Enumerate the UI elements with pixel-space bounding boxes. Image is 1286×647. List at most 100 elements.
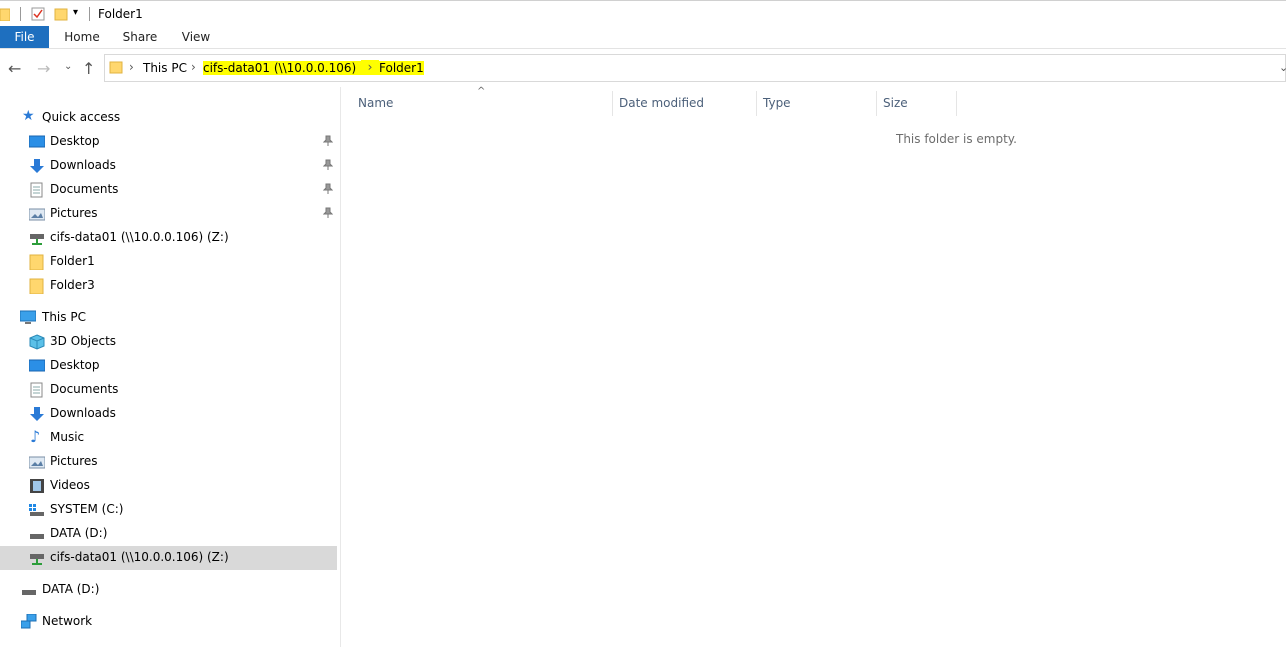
column-divider[interactable] (956, 91, 957, 116)
new-folder-icon[interactable] (54, 7, 68, 21)
nav-label: This PC (42, 310, 86, 324)
column-header-type[interactable]: Type (763, 96, 791, 114)
tab-home[interactable]: Home (60, 26, 104, 48)
document-icon (30, 382, 43, 398)
folder-icon (29, 254, 44, 270)
title-bar: ▾ Folder1 (0, 0, 1286, 27)
column-header-size[interactable]: Size (883, 96, 908, 114)
nav-label: DATA (D:) (42, 582, 100, 596)
nav-item-desktop-pc[interactable]: Desktop (0, 354, 337, 378)
network-drive-icon (30, 234, 44, 245)
drive-icon (22, 590, 36, 595)
nav-label: Folder1 (50, 254, 95, 268)
tab-file[interactable]: File (0, 26, 49, 48)
download-arrow-icon (30, 407, 44, 421)
breadcrumb-this-pc[interactable]: This PC (143, 61, 187, 75)
nav-item-music[interactable]: ♪ Music (0, 426, 337, 450)
nav-label: Desktop (50, 358, 100, 372)
back-arrow-icon[interactable]: ← (8, 59, 21, 78)
nav-label: cifs-data01 (\\10.0.0.106) (Z:) (50, 550, 229, 564)
column-divider[interactable] (612, 91, 613, 116)
network-drive-icon (30, 554, 44, 565)
window-title: Folder1 (98, 7, 143, 21)
nav-label: Pictures (50, 454, 98, 468)
nav-item-3d-objects[interactable]: 3D Objects (0, 330, 337, 354)
nav-label: Music (50, 430, 85, 444)
star-icon: ★ (22, 108, 35, 124)
nav-item-system-c[interactable]: SYSTEM (C:) (0, 498, 337, 522)
pin-icon[interactable] (322, 207, 334, 219)
column-header-date-modified[interactable]: Date modified (619, 96, 704, 114)
nav-label: Videos (50, 478, 90, 492)
separator (89, 7, 90, 21)
customize-qat-dropdown-icon[interactable]: ▾ (73, 7, 78, 18)
cube-icon (29, 334, 45, 350)
nav-label: Downloads (50, 406, 116, 420)
column-header-name[interactable]: Name (358, 96, 393, 114)
nav-data-d[interactable]: DATA (D:) (0, 578, 337, 602)
separator (20, 7, 21, 21)
nav-label: SYSTEM (C:) (50, 502, 124, 516)
computer-icon (20, 310, 36, 324)
ribbon-tabs: File Home Share View (0, 26, 1286, 49)
nav-label: Pictures (50, 206, 98, 220)
column-divider[interactable] (756, 91, 757, 116)
pin-icon[interactable] (322, 183, 334, 195)
desktop-icon (29, 359, 45, 372)
network-icon (21, 614, 37, 629)
address-bar[interactable]: › This PC › cifs-data01 (\\10.0.0.106) (… (104, 54, 1286, 82)
nav-label: Documents (50, 182, 119, 196)
nav-label: Folder3 (50, 278, 95, 292)
breadcrumb-cifs-drive[interactable]: cifs-data01 (\\10.0.0.106) (Z:) (203, 61, 384, 75)
nav-item-desktop[interactable]: Desktop (0, 130, 337, 154)
nav-item-downloads-pc[interactable]: Downloads (0, 402, 337, 426)
nav-item-videos[interactable]: Videos (0, 474, 337, 498)
nav-item-documents-pc[interactable]: Documents (0, 378, 337, 402)
up-arrow-icon[interactable]: ↑ (82, 59, 95, 78)
recent-locations-chevron-icon[interactable]: ⌄ (64, 61, 72, 72)
breadcrumb-chevron-icon[interactable]: › (129, 60, 134, 74)
column-divider[interactable] (876, 91, 877, 116)
breadcrumb-chevron-icon[interactable]: › (361, 60, 379, 74)
nav-item-pictures-pc[interactable]: Pictures (0, 450, 337, 474)
nav-item-documents[interactable]: Documents (0, 178, 337, 202)
nav-item-cifs-drive-selected[interactable]: cifs-data01 (\\10.0.0.106) (Z:) (0, 546, 337, 570)
pictures-icon (29, 208, 45, 221)
nav-item-data-d[interactable]: DATA (D:) (0, 522, 337, 546)
tab-view[interactable]: View (176, 26, 216, 48)
address-dropdown-icon[interactable]: ⌄ (1279, 61, 1286, 74)
folder-icon (29, 278, 44, 294)
pictures-icon (29, 456, 45, 469)
breadcrumb-folder1[interactable]: Folder1 (379, 61, 424, 75)
pin-icon[interactable] (322, 135, 334, 147)
nav-label: Network (42, 614, 93, 628)
tab-share[interactable]: Share (118, 26, 162, 48)
music-note-icon: ♪ (30, 427, 41, 446)
forward-arrow-icon[interactable]: → (37, 59, 50, 78)
nav-item-pictures[interactable]: Pictures (0, 202, 337, 226)
nav-item-folder3[interactable]: Folder3 (0, 274, 337, 298)
properties-icon[interactable] (31, 7, 45, 21)
pin-icon[interactable] (322, 159, 334, 171)
nav-item-downloads[interactable]: Downloads (0, 154, 337, 178)
film-icon (30, 479, 44, 493)
nav-label: Desktop (50, 134, 100, 148)
system-drive-icon (29, 504, 44, 516)
empty-folder-message: This folder is empty. (896, 132, 1017, 146)
folder-icon (0, 8, 10, 21)
navigation-pane: ★ Quick access Desktop Downloads Documen… (0, 87, 341, 647)
nav-this-pc[interactable]: This PC (0, 306, 337, 330)
breadcrumb-chevron-icon[interactable]: › (191, 60, 196, 74)
nav-label: DATA (D:) (50, 526, 108, 540)
nav-network[interactable]: Network (0, 610, 337, 634)
nav-item-cifs-drive[interactable]: cifs-data01 (\\10.0.0.106) (Z:) (0, 226, 337, 250)
desktop-icon (29, 135, 45, 148)
nav-label: Downloads (50, 158, 116, 172)
nav-item-folder1[interactable]: Folder1 (0, 250, 337, 274)
nav-quick-access[interactable]: ★ Quick access (0, 106, 337, 130)
folder-icon (109, 61, 123, 74)
nav-label: 3D Objects (50, 334, 117, 348)
nav-label: Quick access (42, 110, 121, 124)
document-icon (30, 182, 43, 198)
nav-label: cifs-data01 (\\10.0.0.106) (Z:) (50, 230, 229, 244)
